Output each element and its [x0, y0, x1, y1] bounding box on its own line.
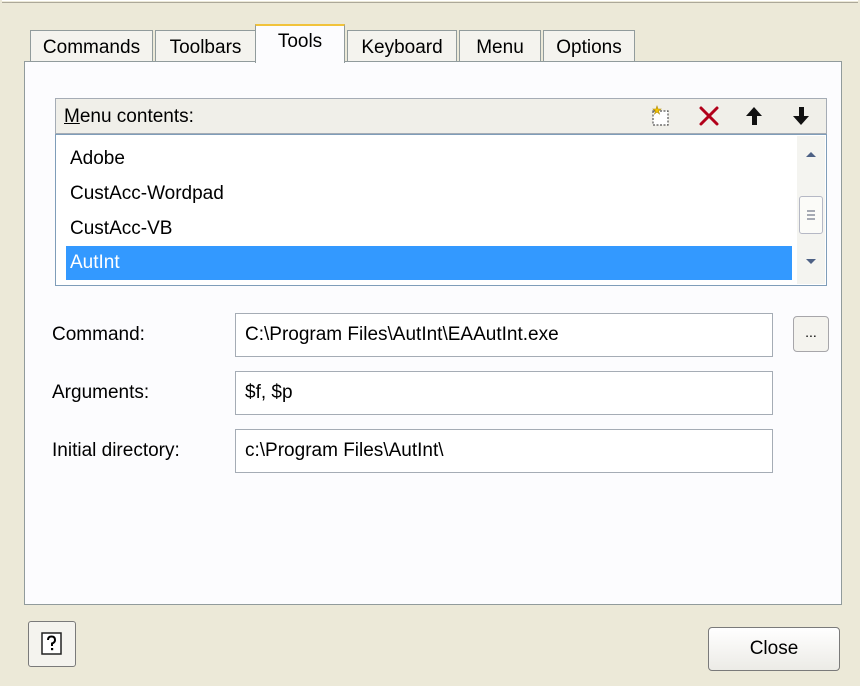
tab-options[interactable]: Options [543, 30, 635, 62]
move-up-icon[interactable] [741, 103, 767, 129]
grip-icon [807, 210, 815, 220]
tab-toolbars[interactable]: Toolbars [155, 30, 256, 62]
list-item[interactable]: Adobe [66, 142, 792, 176]
close-button[interactable]: Close [708, 627, 840, 671]
command-label: Command: [52, 324, 145, 345]
new-item-icon[interactable] [648, 103, 674, 129]
tab-menu[interactable]: Menu [459, 30, 541, 62]
browse-button[interactable]: ... [793, 316, 829, 352]
help-button[interactable] [28, 621, 76, 667]
arguments-field[interactable]: $f, $p [235, 371, 773, 415]
command-field[interactable]: C:\Program Files\AutInt\EAAutInt.exe [235, 313, 773, 357]
list-item[interactable]: CustAcc-VB [66, 212, 792, 246]
tab-tools[interactable]: Tools [255, 24, 345, 63]
tab-keyboard[interactable]: Keyboard [347, 30, 457, 62]
list-scrollbar[interactable] [797, 136, 825, 284]
scrollbar-thumb[interactable] [799, 196, 823, 234]
initial-directory-field[interactable]: c:\Program Files\AutInt\ [235, 429, 773, 473]
help-icon [41, 632, 62, 655]
menu-contents-header: Menu contents: [55, 98, 827, 134]
initial-directory-label: Initial directory: [52, 440, 180, 461]
scroll-up-icon[interactable] [805, 150, 817, 158]
scroll-down-icon[interactable] [805, 258, 817, 266]
delete-icon[interactable] [696, 103, 722, 129]
arguments-label: Arguments: [52, 382, 150, 403]
list-item[interactable]: AutInt [66, 246, 792, 280]
customize-dialog: Commands Toolbars Tools Keyboard Menu Op… [0, 0, 860, 686]
list-item[interactable]: CustAcc-Wordpad [66, 177, 792, 211]
menu-contents-label: Menu contents: [64, 106, 194, 127]
dialog-top-border [2, 0, 858, 3]
tab-commands[interactable]: Commands [30, 30, 153, 62]
move-down-icon[interactable] [788, 103, 814, 129]
menu-contents-list[interactable]: Adobe CustAcc-Wordpad CustAcc-VB AutInt [55, 134, 827, 286]
